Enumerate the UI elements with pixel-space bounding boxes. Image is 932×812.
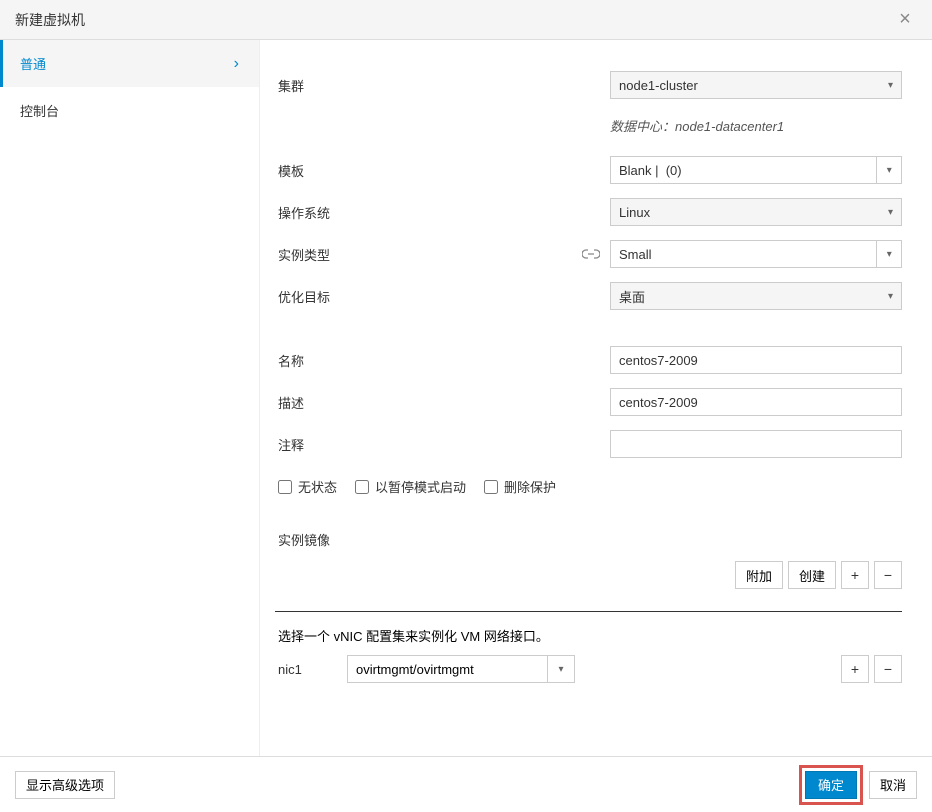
comment-input[interactable] <box>610 430 902 458</box>
chevron-down-icon: ▾ <box>888 291 893 302</box>
sidebar-item-label: 普通 <box>20 54 46 73</box>
comment-label: 注释 <box>275 435 610 454</box>
os-select[interactable]: Linux ▾ <box>610 198 902 226</box>
stateless-checkbox[interactable]: 无状态 <box>278 477 337 496</box>
cluster-select[interactable]: node1-cluster ▾ <box>610 71 902 99</box>
instance-type-dropdown-button[interactable]: ▾ <box>876 240 902 268</box>
name-input[interactable] <box>610 346 902 374</box>
new-vm-dialog: 新建虚拟机 × 普通 › 控制台 集群 node1-cluster ▾ <box>0 0 932 812</box>
minus-icon[interactable]: − <box>874 561 902 589</box>
create-button[interactable]: 创建 <box>788 561 836 589</box>
dialog-header: 新建虚拟机 × <box>0 0 932 40</box>
description-label: 描述 <box>275 393 610 412</box>
datacenter-hint: 数据中心：node1-datacenter1 <box>610 112 784 143</box>
add-nic-button[interactable]: + <box>841 655 869 683</box>
start-paused-checkbox[interactable]: 以暂停模式启动 <box>355 477 466 496</box>
chevron-down-icon: ▾ <box>558 664 563 675</box>
close-icon[interactable]: × <box>893 8 917 32</box>
template-dropdown-button[interactable]: ▾ <box>876 156 902 184</box>
sidebar-item-general[interactable]: 普通 › <box>0 40 259 87</box>
optimized-for-select[interactable]: 桌面 ▾ <box>610 282 902 310</box>
divider <box>275 611 902 612</box>
template-label: 模板 <box>275 161 610 180</box>
chevron-down-icon: ▾ <box>887 165 892 176</box>
template-select[interactable] <box>610 156 876 184</box>
ok-button[interactable]: 确定 <box>805 771 857 799</box>
remove-nic-button[interactable]: − <box>874 655 902 683</box>
name-label: 名称 <box>275 351 610 370</box>
delete-protection-checkbox[interactable]: 删除保护 <box>484 477 556 496</box>
link-icon <box>582 249 600 259</box>
sidebar-item-label: 控制台 <box>20 101 59 120</box>
nic-dropdown-button[interactable]: ▾ <box>547 655 575 683</box>
attach-button[interactable]: 附加 <box>735 561 783 589</box>
chevron-down-icon: ▾ <box>888 207 893 218</box>
instance-type-select[interactable] <box>610 240 876 268</box>
dialog-footer: 显示高级选项 确定 取消 <box>0 756 932 812</box>
vnic-hint: 选择一个 vNIC 配置集来实例化 VM 网络接口。 <box>275 622 902 655</box>
optimized-for-label: 优化目标 <box>275 287 610 306</box>
sidebar: 普通 › 控制台 <box>0 40 260 756</box>
sidebar-item-console[interactable]: 控制台 <box>0 87 259 134</box>
ok-button-highlight: 确定 <box>799 765 863 805</box>
instance-images-buttons: 附加 创建 + − <box>275 557 902 593</box>
os-label: 操作系统 <box>275 203 610 222</box>
chevron-down-icon: ▾ <box>887 249 892 260</box>
nic-label: nic1 <box>275 662 335 677</box>
show-advanced-button[interactable]: 显示高级选项 <box>15 771 115 799</box>
cluster-label: 集群 <box>275 76 610 95</box>
chevron-right-icon: › <box>234 55 239 73</box>
nic-profile-select[interactable] <box>347 655 547 683</box>
instance-type-label: 实例类型 <box>275 245 610 264</box>
form-content: 集群 node1-cluster ▾ 数据中心：node1-datacenter… <box>260 40 932 756</box>
plus-icon[interactable]: + <box>841 561 869 589</box>
instance-images-label: 实例镜像 <box>275 522 902 557</box>
chevron-down-icon: ▾ <box>888 80 893 91</box>
cancel-button[interactable]: 取消 <box>869 771 917 799</box>
dialog-title: 新建虚拟机 <box>15 10 85 30</box>
description-input[interactable] <box>610 388 902 416</box>
